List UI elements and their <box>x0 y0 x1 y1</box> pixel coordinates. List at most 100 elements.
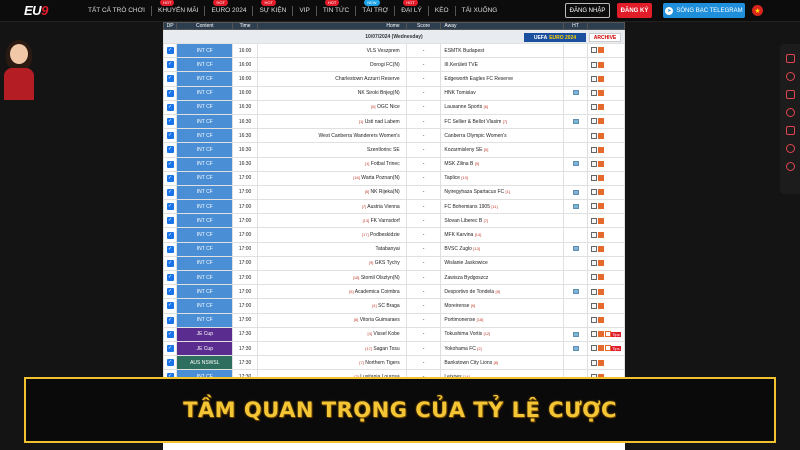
checkbox-icon[interactable]: ✓ <box>166 288 174 296</box>
away-team-cell[interactable]: ESMTK Budapest <box>440 42 564 59</box>
table-row[interactable]: ✓ JE Cup 17:30 [17] Sagan Tosu - Yokohama FC … <box>163 340 625 357</box>
league-cell[interactable]: INT CF <box>176 57 234 73</box>
home-team-cell[interactable]: [6] OGC Nice <box>256 99 407 115</box>
table-row[interactable]: ✓ INT CF 16:00 NK Siroki Brijeg(N) - HNK Tomi… <box>163 85 625 101</box>
score-cell[interactable]: - <box>405 128 442 144</box>
analysis-icon[interactable] <box>591 75 598 82</box>
table-row[interactable]: ✓ INT CF 16:30 West Canberra Wanderers Wome… <box>163 128 625 144</box>
score-cell[interactable]: - <box>405 298 442 314</box>
info-cell[interactable] <box>587 241 625 257</box>
row-checkbox[interactable]: ✓ <box>163 199 178 215</box>
column-header[interactable]: DP <box>163 22 178 30</box>
info-cell[interactable] <box>587 199 625 215</box>
home-team-cell[interactable]: [7] Austria Vienna <box>256 199 407 215</box>
stats-icon[interactable] <box>572 345 579 351</box>
row-checkbox[interactable]: ✓ <box>163 355 178 371</box>
checkbox-icon[interactable]: ✓ <box>166 203 174 211</box>
away-team-cell[interactable]: Kozarmisleny SE [5] <box>440 142 564 158</box>
league-cell[interactable]: AUS NSWSL <box>176 355 234 371</box>
nav-item[interactable]: TẢI XUỐNG <box>456 7 504 14</box>
league-cell[interactable]: INT CF <box>176 227 234 243</box>
away-team-cell[interactable]: Edgeworth Eagles FC Reserve <box>440 71 564 87</box>
promo-girl-image[interactable] <box>0 40 42 100</box>
score-cell[interactable]: - <box>405 213 442 229</box>
row-checkbox[interactable]: ✓ <box>163 284 178 300</box>
row-checkbox[interactable]: ✓ <box>163 42 178 59</box>
score-cell[interactable]: - <box>405 269 442 286</box>
analysis-icon[interactable] <box>591 331 598 338</box>
info-cell[interactable] <box>587 355 625 371</box>
home-team-cell[interactable]: VLS Veszprem <box>256 42 407 59</box>
analysis-icon[interactable] <box>591 302 598 309</box>
ht-cell[interactable] <box>562 199 589 215</box>
nav-item[interactable]: HOT TIN TỨC <box>317 0 355 14</box>
row-checkbox[interactable]: ✓ <box>163 340 178 357</box>
analysis-icon[interactable] <box>591 47 598 54</box>
analysis-icon[interactable] <box>591 316 598 323</box>
away-team-cell[interactable]: Bankstown City Lions [8] <box>440 355 564 371</box>
info-cell[interactable] <box>587 156 625 172</box>
row-checkbox[interactable]: ✓ <box>163 170 178 186</box>
nav-item[interactable]: HOT SỰ KIỆN <box>253 0 292 14</box>
analysis-icon[interactable] <box>591 359 598 366</box>
stats-icon[interactable] <box>572 161 579 167</box>
league-cell[interactable]: INT CF <box>176 142 234 158</box>
away-team-cell[interactable]: Taplice [10] <box>440 170 564 186</box>
row-checkbox[interactable]: ✓ <box>163 142 178 158</box>
league-cell[interactable]: INT CF <box>176 85 234 101</box>
row-checkbox[interactable]: ✓ <box>163 298 178 314</box>
row-checkbox[interactable]: ✓ <box>163 184 178 201</box>
info-cell[interactable] <box>587 71 625 87</box>
odds-icon[interactable] <box>598 246 605 253</box>
row-checkbox[interactable]: ✓ <box>163 99 178 115</box>
away-team-cell[interactable]: FC Sellier & Bellot Vlasim [7] <box>440 113 564 130</box>
table-row[interactable]: ✓ INT CF 17:00 [13] FK Varnsdorf - Slovan Lib… <box>163 213 625 229</box>
odds-icon[interactable] <box>598 175 605 182</box>
row-checkbox[interactable]: ✓ <box>163 326 178 342</box>
ht-cell[interactable] <box>562 128 589 144</box>
checkbox-icon[interactable]: ✓ <box>166 174 174 182</box>
row-checkbox[interactable]: ✓ <box>163 128 178 144</box>
ht-cell[interactable] <box>562 255 589 272</box>
away-team-cell[interactable]: BVSC Zuglo [13] <box>440 241 564 257</box>
nav-item[interactable]: KÈO <box>429 7 455 14</box>
info-cell[interactable] <box>587 42 625 59</box>
checkbox-icon[interactable]: ✓ <box>166 47 174 55</box>
odds-icon[interactable] <box>598 146 605 153</box>
home-team-cell[interactable]: Tatabanyai <box>256 241 407 257</box>
column-header[interactable]: Home <box>256 22 407 30</box>
checkbox-icon[interactable]: ✓ <box>166 217 174 225</box>
telegram-rail-icon[interactable] <box>785 108 795 117</box>
table-row[interactable]: ✓ INT CF 17:00 [18] Stomil Olsztyn(N) - Zawis… <box>163 269 625 286</box>
analysis-icon[interactable] <box>591 104 598 111</box>
checkbox-icon[interactable]: ✓ <box>166 160 174 168</box>
away-team-cell[interactable]: Slovan Liberec B [7] <box>440 213 564 229</box>
odds-icon[interactable] <box>598 104 605 111</box>
analysis-icon[interactable] <box>591 146 598 153</box>
checkbox-icon[interactable]: ✓ <box>166 75 174 83</box>
checkbox-icon[interactable]: ✓ <box>166 245 174 253</box>
analysis-icon[interactable] <box>591 160 598 167</box>
score-cell[interactable]: - <box>405 284 442 300</box>
score-cell[interactable]: - <box>405 57 442 73</box>
away-team-cell[interactable]: Yokohama FC [2] <box>440 340 564 357</box>
home-team-cell[interactable]: [9] GKS Tychy <box>256 255 407 272</box>
info-cell[interactable] <box>587 227 625 243</box>
info-cell[interactable] <box>587 85 625 101</box>
column-header[interactable]: HT <box>562 22 589 30</box>
row-checkbox[interactable]: ✓ <box>163 269 178 286</box>
nav-item[interactable]: VIP <box>293 7 315 14</box>
league-cell[interactable]: INT CF <box>176 128 234 144</box>
home-team-cell[interactable]: Dorogi FC(N) <box>256 57 407 73</box>
score-cell[interactable]: - <box>405 227 442 243</box>
analysis-icon[interactable] <box>591 217 598 224</box>
checkbox-icon[interactable]: ✓ <box>166 316 174 324</box>
league-cell[interactable]: INT CF <box>176 241 234 257</box>
home-team-cell[interactable]: Szentlorinc SE <box>256 142 407 158</box>
analysis-icon[interactable] <box>591 345 598 352</box>
league-cell[interactable]: JE Cup <box>176 326 234 342</box>
info-cell[interactable]: Tips <box>587 326 625 342</box>
table-row[interactable]: ✓ INT CF 16:30 Szentlorinc SE - Kozarmisleny … <box>163 142 625 158</box>
nav-item[interactable]: HOT EURO 2024 <box>205 0 252 14</box>
away-team-cell[interactable]: Nyiregyhaza Spartacus FC [1] <box>440 184 564 201</box>
